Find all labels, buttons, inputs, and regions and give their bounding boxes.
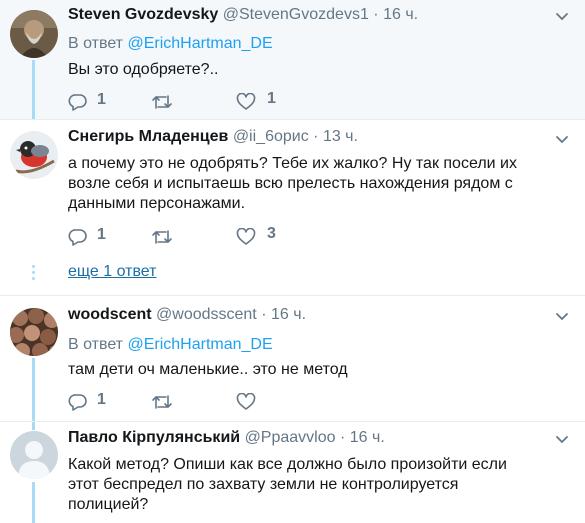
reply-icon <box>68 229 87 246</box>
reply-prefix: В ответ <box>68 336 124 353</box>
reply-context: В ответ @ErichHartman_DE <box>68 35 273 53</box>
thread-line <box>32 358 35 422</box>
tweet[interactable]: Павло Кірпулянський @Ppaavvloo · 16 ч. К… <box>0 421 585 523</box>
reply-count: 1 <box>97 91 106 108</box>
user-handle[interactable]: @Ppaavvloo <box>245 429 336 446</box>
thread-dots <box>32 265 35 283</box>
display-name[interactable]: woodscent <box>68 306 152 323</box>
chevron-down-icon[interactable] <box>555 10 569 24</box>
avatar[interactable] <box>10 10 58 58</box>
display-name[interactable]: Steven Gvozdevsky <box>68 6 218 23</box>
user-handle[interactable]: @ii_6орис <box>233 128 309 145</box>
display-name[interactable]: Павло Кірпулянський <box>68 429 240 446</box>
reply-to-link[interactable]: @ErichHartman_DE <box>127 35 272 52</box>
tweet-text-line: полицией? <box>68 496 149 513</box>
retweet-icon <box>152 230 172 244</box>
thread-line <box>32 60 35 119</box>
separator-dot: · <box>313 128 319 145</box>
separator-dot: · <box>261 306 267 323</box>
like-count: 3 <box>267 225 276 242</box>
user-handle[interactable]: @woodsscent <box>156 306 257 323</box>
tweet-text-line: этот беспредел по захвату земли не контр… <box>68 476 459 493</box>
tweet-text: там дети оч маленькие.. это не метод <box>68 361 348 378</box>
tweet-text-line: данными персонажами. <box>68 195 246 212</box>
chevron-down-icon[interactable] <box>555 433 569 447</box>
tweet-text-line: возле себя и испытаешь всю прелесть нахо… <box>68 175 513 192</box>
avatar[interactable] <box>10 131 58 179</box>
heart-icon <box>236 393 256 410</box>
thread-line <box>32 422 35 430</box>
tweet-text: а почему это не одобрять? Тебе их жалко?… <box>68 154 568 214</box>
timestamp[interactable]: 16 ч. <box>383 6 418 23</box>
avatar[interactable] <box>10 308 58 356</box>
tweet-text: Какой метод? Опиши как все должно было п… <box>68 455 568 515</box>
avatar[interactable] <box>10 431 58 479</box>
timestamp[interactable]: 16 ч. <box>271 306 306 323</box>
tweet[interactable]: woodscent @woodsscent · 16 ч. В ответ @E… <box>0 295 585 422</box>
tweet-header: Steven Gvozdevsky @StevenGvozdevs1 · 16 … <box>68 6 418 24</box>
heart-icon <box>236 228 256 245</box>
chevron-down-icon[interactable] <box>555 310 569 324</box>
timestamp[interactable]: 16 ч. <box>350 429 385 446</box>
reply-icon <box>68 394 87 411</box>
tweet[interactable]: Снегирь Младенцев @ii_6орис · 13 ч. а по… <box>0 119 585 296</box>
reply-count: 1 <box>97 226 106 243</box>
reply-prefix: В ответ <box>68 35 124 52</box>
reply-icon <box>68 94 87 111</box>
user-handle[interactable]: @StevenGvozdevs1 <box>223 6 369 23</box>
separator-dot: · <box>339 429 346 446</box>
heart-icon <box>236 93 256 110</box>
show-more-replies-link[interactable]: еще 1 ответ <box>68 263 156 281</box>
reply-to-link[interactable]: @ErichHartman_DE <box>127 336 272 353</box>
reply-count: 1 <box>97 391 106 408</box>
retweet-icon <box>152 395 172 409</box>
tweet-header: Павло Кірпулянський @Ppaavvloo · 16 ч. <box>68 429 385 447</box>
thread-line <box>32 482 35 523</box>
like-count: 1 <box>267 90 276 107</box>
separator-dot: · <box>373 6 379 23</box>
reply-context: В ответ @ErichHartman_DE <box>68 336 273 354</box>
tweet-text-line: Какой метод? Опиши как все должно было п… <box>68 456 507 473</box>
retweet-icon <box>152 95 172 109</box>
tweet-text-line: а почему это не одобрять? Тебе их жалко?… <box>68 155 517 172</box>
tweet-header: Снегирь Младенцев @ii_6орис · 13 ч. <box>68 128 358 146</box>
tweet-text: Вы это одобряете?.. <box>68 61 219 78</box>
display-name[interactable]: Снегирь Младенцев <box>68 128 228 145</box>
chevron-down-icon[interactable] <box>555 133 569 147</box>
tweet-header: woodscent @woodsscent · 16 ч. <box>68 306 306 324</box>
tweet[interactable]: Steven Gvozdevsky @StevenGvozdevs1 · 16 … <box>0 0 585 119</box>
timestamp[interactable]: 13 ч. <box>323 128 358 145</box>
